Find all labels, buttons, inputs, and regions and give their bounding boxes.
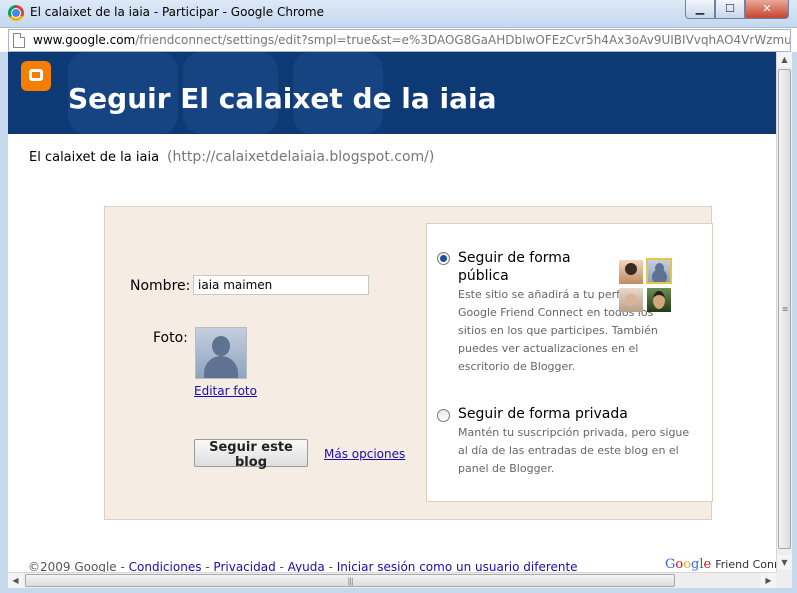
footer-copyright: ©2009 Google - [28,560,125,572]
page-title: Seguir El calaixet de la iaia [68,82,497,115]
google-logo: Google [665,557,712,572]
vertical-scroll-thumb[interactable]: ≡ [778,69,791,549]
public-radio[interactable] [437,252,450,265]
follow-panel: Nombre: iaia maimen Foto: Editar foto Se… [104,206,713,520]
blogger-icon [21,61,51,91]
site-name: El calaixet de la iaia [29,150,160,165]
public-option-title[interactable]: Seguir de forma pública [458,249,578,285]
follower-avatar-default [646,258,672,284]
visibility-options: Seguir de forma pública Este sitio se añ… [426,223,713,502]
scroll-right-icon[interactable]: ▶ [761,573,776,588]
follower-avatar [619,260,643,284]
chrome-icon [8,5,24,21]
vertical-scrollbar[interactable]: ▲ ≡ ▼ [776,52,792,572]
footer: ©2009 Google - Condiciones - Privacidad … [28,560,578,572]
edit-photo-link[interactable]: Editar foto [194,384,257,398]
photo-label: Foto: [153,330,188,346]
page-icon [13,33,25,48]
terms-link[interactable]: Condiciones [129,560,202,572]
footer-separator: - [201,560,214,572]
site-url: (http://calaixetdelaiaia.blogspot.com/) [167,149,435,165]
footer-separator: - [324,560,337,572]
scroll-up-icon[interactable]: ▲ [777,52,792,67]
minimize-button[interactable]: ▁ [685,0,715,19]
follower-avatar [647,288,671,312]
help-link[interactable]: Ayuda [288,560,325,572]
maximize-button[interactable]: ☐ [715,0,745,19]
window-titlebar: El calaixet de la iaia - Participar - Go… [0,0,797,28]
google-friend-connect-logo: GoogleFriend Connect [665,557,776,572]
follower-avatar [619,288,643,312]
friend-connect-label: Friend Connect [715,558,776,571]
address-domain: www.google.com [33,33,136,47]
switch-user-link[interactable]: Iniciar sesión como un usuario diferente [337,560,578,572]
follow-blog-button[interactable]: Seguir este blog [194,439,308,470]
horizontal-scroll-thumb[interactable]: ||| [25,574,675,587]
window-frame-left [0,52,8,593]
window-title: El calaixet de la iaia - Participar - Go… [30,5,325,19]
scroll-left-icon[interactable]: ◀ [8,573,23,588]
footer-separator: - [275,560,288,572]
private-radio[interactable] [437,409,450,422]
close-button[interactable]: ✕ [745,0,789,19]
profile-photo [195,327,247,379]
private-option-title[interactable]: Seguir de forma privada [458,405,708,423]
scroll-down-icon[interactable]: ▼ [777,555,792,570]
name-label: Nombre: [130,278,191,294]
privacy-link[interactable]: Privacidad [213,560,275,572]
site-info: El calaixet de la iaia (http://calaixetde… [29,149,434,165]
address-url[interactable]: www.google.com/friendconnect/settings/ed… [33,33,790,47]
address-bar[interactable]: www.google.com/friendconnect/settings/ed… [8,29,791,52]
scrollbar-corner [776,572,792,588]
horizontal-scrollbar[interactable]: ◀ ||| ▶ [8,572,776,588]
private-option-desc: Mantén tu suscripción privada, pero sigu… [458,426,690,475]
name-input[interactable]: iaia maimen [193,275,369,295]
page-header: Seguir El calaixet de la iaia [8,52,776,134]
address-path: /friendconnect/settings/edit?smpl=true&s… [135,33,790,47]
more-options-link[interactable]: Más opciones [324,447,405,461]
page-viewport: Seguir El calaixet de la iaia El calaixe… [8,52,776,572]
